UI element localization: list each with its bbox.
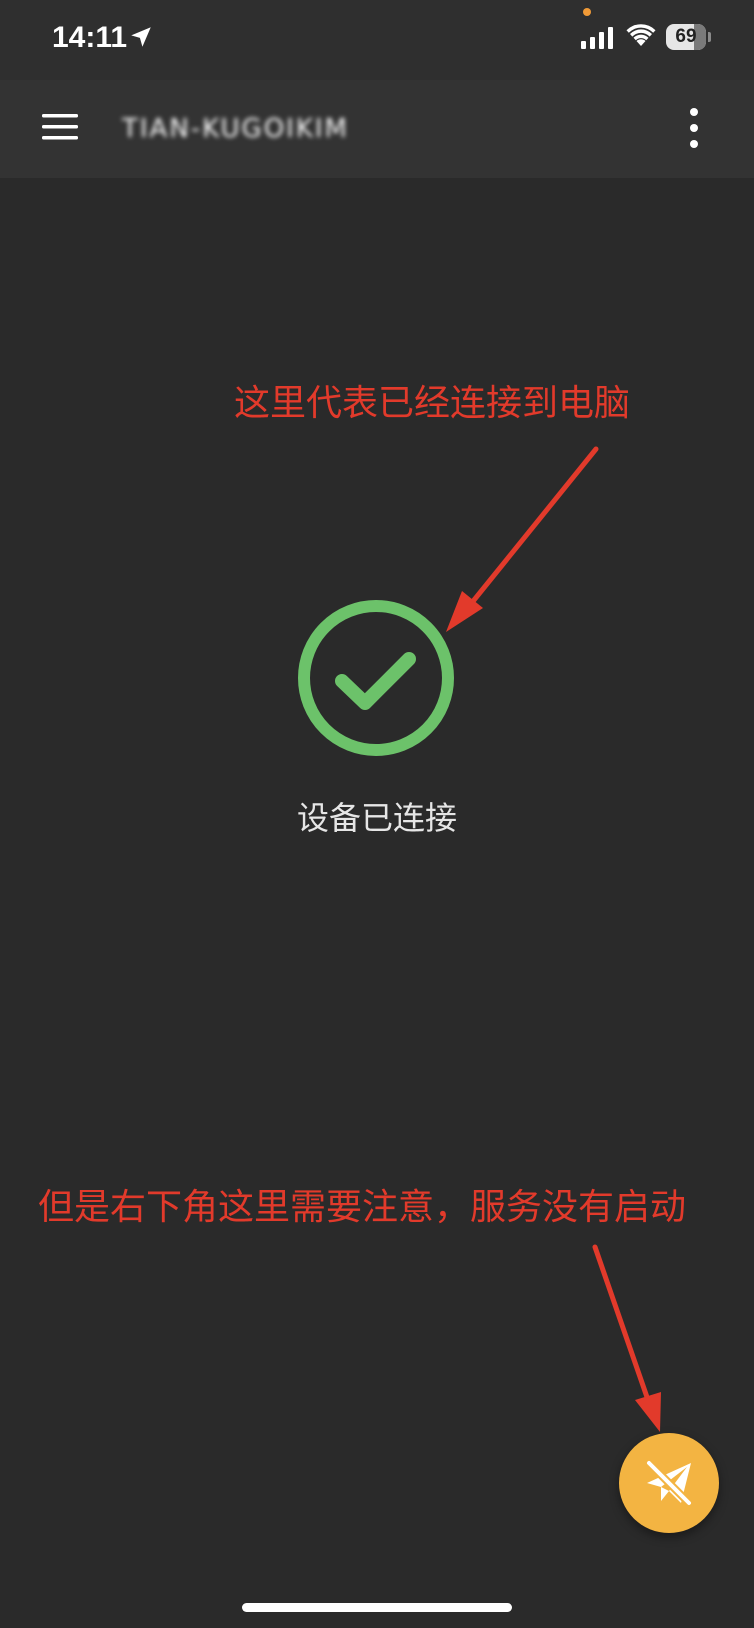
status-time: 14:11 bbox=[52, 21, 128, 54]
annotation-arrow-bottom bbox=[592, 1244, 661, 1432]
more-vertical-icon[interactable] bbox=[686, 106, 702, 150]
privacy-indicator-dot bbox=[583, 8, 591, 16]
app-bar: TIAN-KUGOIKIM bbox=[0, 80, 754, 178]
wifi-icon bbox=[626, 24, 656, 46]
signal-icon bbox=[581, 27, 613, 49]
annotation-arrow-top bbox=[446, 446, 599, 632]
send-off-icon bbox=[645, 1459, 693, 1507]
battery-cap bbox=[708, 32, 711, 42]
location-arrow-icon bbox=[131, 27, 151, 47]
connection-status-label: 设备已连接 bbox=[296, 799, 457, 837]
home-indicator[interactable] bbox=[242, 1603, 512, 1612]
menu-icon[interactable] bbox=[42, 112, 78, 142]
battery-icon: 69 bbox=[666, 24, 711, 50]
screen: 14:11 69 TIAN-KUGOIKIM 这里代表已经连接到电脑 但是右下角… bbox=[0, 0, 754, 1628]
service-toggle-button[interactable] bbox=[619, 1433, 719, 1533]
battery-level: 69 bbox=[675, 26, 697, 47]
annotation-service-note: 但是右下角这里需要注意，服务没有启动 bbox=[38, 1187, 687, 1228]
status-bar: 14:11 69 bbox=[0, 0, 754, 80]
check-circle-icon bbox=[298, 600, 454, 756]
app-title: TIAN-KUGOIKIM bbox=[122, 114, 349, 144]
annotation-connected-note: 这里代表已经连接到电脑 bbox=[234, 383, 631, 424]
